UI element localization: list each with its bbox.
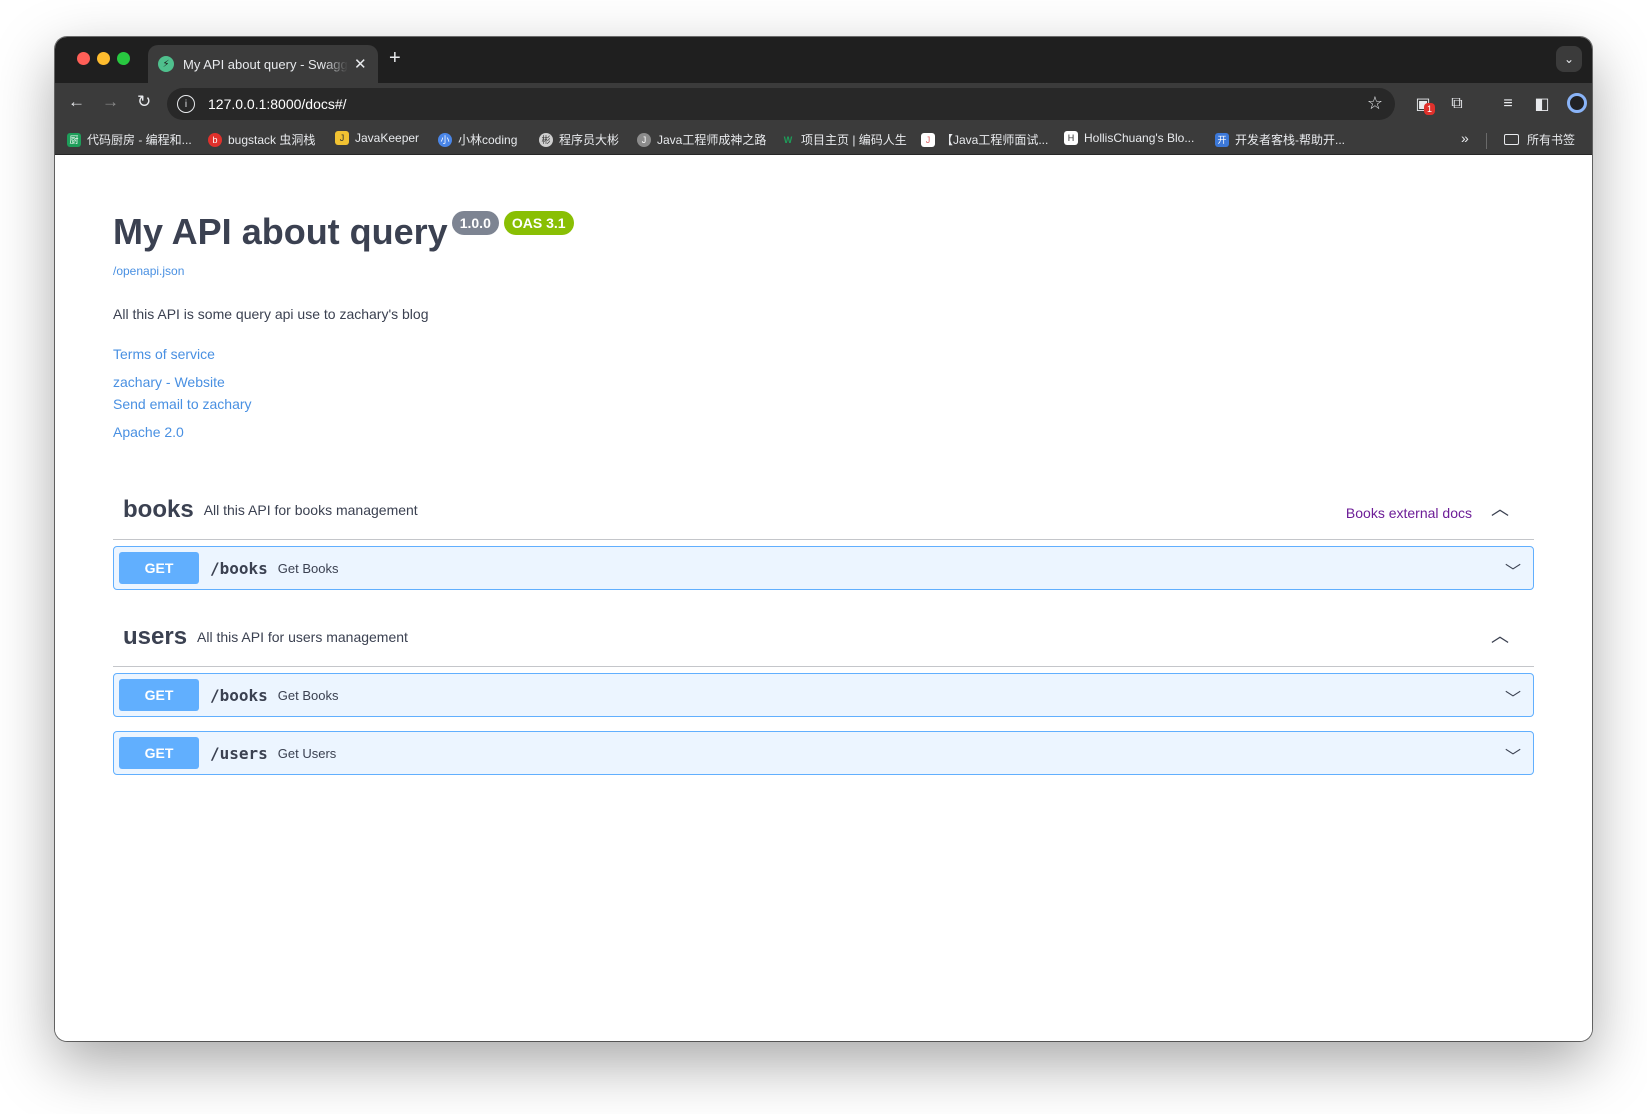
tab-active[interactable]: ⚡ My API about query - Swagger UI ✕	[148, 45, 378, 83]
bookmark-item[interactable]: J JavaKeeper	[335, 131, 419, 145]
new-tab-button[interactable]: +	[389, 47, 401, 70]
external-docs-link[interactable]: Books external docs	[1346, 505, 1472, 521]
bookmark-favicon-icon: W	[783, 134, 793, 145]
tag-description: All this API for books management	[203, 501, 418, 518]
bookmark-label: 开发者客栈-帮助开...	[1235, 133, 1345, 147]
globe-icon: J	[637, 132, 651, 147]
page-title: My API about query	[113, 211, 448, 252]
bookmark-favicon-icon: J	[921, 132, 935, 147]
tag-name: books	[123, 495, 194, 523]
operation-summary: Get Books	[277, 560, 339, 576]
extension-badge: 1	[1424, 103, 1436, 115]
bookmark-star-icon[interactable]: ☆	[1367, 93, 1383, 114]
bookmark-item[interactable]: 开 开发者客栈-帮助开...	[1215, 131, 1345, 148]
bookmark-item[interactable]: 彬 程序员大彬	[539, 131, 619, 148]
close-window-button[interactable]	[77, 52, 90, 65]
bookmark-label: JavaKeeper	[355, 131, 420, 145]
more-bookmarks-chevron-icon[interactable]: »	[1461, 130, 1469, 146]
operation-path: /books	[210, 685, 268, 705]
tab-search-button[interactable]: ⌄	[1556, 46, 1582, 72]
openapi-json-link[interactable]: /openapi.json	[113, 264, 574, 278]
tag-section-users: users All this API for users management …	[113, 607, 1534, 775]
bookmark-label: 代码厨房 - 编程和...	[87, 133, 192, 147]
bookmark-item[interactable]: W 项目主页 | 编码人生	[781, 131, 907, 148]
method-badge: GET	[119, 679, 199, 711]
tab-close-icon[interactable]: ✕	[354, 55, 367, 73]
address-bar[interactable]: i 127.0.0.1:8000/docs#/ ☆	[167, 88, 1395, 120]
tab-strip: ⚡ My API about query - Swagger UI ✕ + ⌄	[55, 37, 1592, 83]
operation-summary: Get Users	[277, 745, 337, 761]
bookmark-label: Java工程师成神之路	[657, 133, 767, 147]
oas-badge: OAS 3.1	[503, 211, 574, 235]
license-link[interactable]: Apache 2.0	[113, 424, 574, 440]
minimize-window-button[interactable]	[97, 52, 110, 65]
all-bookmarks-label: 所有书签	[1527, 133, 1576, 147]
bookmark-favicon-icon: J	[335, 131, 349, 145]
extensions-puzzle-icon[interactable]: ⧉	[1446, 93, 1468, 115]
url-text[interactable]: 127.0.0.1:8000/docs#/	[208, 96, 347, 112]
title-row: My API about query 1.0.0 OAS 3.1	[113, 210, 574, 254]
bookmark-label: bugstack 虫洞栈	[228, 133, 316, 147]
folder-icon	[1504, 134, 1519, 145]
operation-summary: Get Books	[277, 687, 339, 703]
bookmark-item[interactable]: b bugstack 虫洞栈	[208, 131, 315, 148]
tag-section-books: books All this API for books management …	[113, 480, 1534, 590]
profile-avatar[interactable]	[1567, 93, 1587, 113]
bookmark-label: 【Java工程师面试...	[941, 133, 1049, 147]
swagger-favicon-icon: ⚡	[158, 56, 174, 72]
bookmark-label: 程序员大彬	[559, 133, 620, 147]
bookmark-item[interactable]: J Java工程师成神之路	[637, 131, 766, 148]
version-badge: 1.0.0	[451, 211, 499, 235]
reload-button[interactable]: ↻	[137, 92, 151, 112]
all-bookmarks-button[interactable]: 所有书签	[1504, 131, 1575, 148]
chevron-down-icon[interactable]: ﹀	[1505, 685, 1521, 709]
method-badge: GET	[119, 552, 199, 584]
chevron-down-icon[interactable]: ﹀	[1505, 558, 1521, 582]
bookmarks-divider	[1486, 133, 1487, 149]
bookmark-favicon-icon: 厨	[67, 132, 81, 147]
bookmark-item[interactable]: H HollisChuang's Blo...	[1064, 131, 1194, 145]
chevron-up-icon[interactable]: ︿	[1490, 498, 1510, 519]
bookmark-favicon-icon: b	[208, 132, 222, 147]
method-badge: GET	[119, 737, 199, 769]
operation-path: /users	[210, 743, 268, 763]
bookmark-item[interactable]: 厨 代码厨房 - 编程和...	[67, 131, 192, 148]
bookmark-favicon-icon: H	[1064, 131, 1078, 145]
contact-website-link[interactable]: zachary - Website	[113, 374, 574, 390]
bookmark-favicon-icon: 开	[1215, 132, 1229, 147]
reading-list-icon[interactable]: ≡	[1497, 93, 1519, 115]
bookmark-favicon-icon: 小	[438, 132, 452, 147]
contact-email-link[interactable]: Send email to zachary	[113, 396, 574, 412]
bookmarks-bar: 厨 代码厨房 - 编程和... b bugstack 虫洞栈 J JavaKee…	[55, 125, 1592, 155]
tag-header-books[interactable]: books All this API for books management …	[113, 480, 1534, 540]
operation-path: /books	[210, 558, 268, 578]
tag-name: users	[123, 622, 188, 650]
terms-of-service-link[interactable]: Terms of service	[113, 346, 574, 362]
forward-button[interactable]: →	[102, 92, 119, 112]
operation-get-books[interactable]: GET /books Get Books ﹀	[113, 546, 1534, 590]
side-panel-icon[interactable]: ◧	[1531, 93, 1553, 115]
tag-header-users[interactable]: users All this API for users management …	[113, 607, 1534, 667]
bookmark-label: 小林coding	[458, 133, 518, 147]
bookmark-item[interactable]: J 【Java工程师面试...	[921, 131, 1048, 148]
zoom-window-button[interactable]	[117, 52, 130, 65]
bookmark-label: HollisChuang's Blo...	[1084, 131, 1195, 145]
operation-get-users[interactable]: GET /users Get Users ﹀	[113, 731, 1534, 775]
api-info: My API about query 1.0.0 OAS 3.1 /openap…	[113, 210, 574, 440]
bookmark-item[interactable]: 小 小林coding	[438, 131, 517, 148]
site-info-icon[interactable]: i	[177, 95, 195, 113]
tag-description: All this API for users management	[197, 628, 408, 645]
chevron-down-icon[interactable]: ﹀	[1505, 743, 1521, 767]
extension-icon[interactable]: ▣ 1	[1412, 93, 1436, 115]
swagger-page: My API about query 1.0.0 OAS 3.1 /openap…	[55, 156, 1592, 1041]
tab-title: My API about query - Swagger UI	[183, 56, 348, 72]
bookmark-favicon-icon: 彬	[539, 132, 553, 147]
browser-window: ⚡ My API about query - Swagger UI ✕ + ⌄ …	[55, 37, 1592, 1041]
api-description: All this API is some query api use to za…	[113, 306, 429, 322]
operation-get-books[interactable]: GET /books Get Books ﹀	[113, 673, 1534, 717]
chevron-up-icon[interactable]: ︿	[1490, 625, 1510, 646]
back-button[interactable]: ←	[68, 92, 85, 112]
bookmark-label: 项目主页 | 编码人生	[801, 133, 907, 147]
browser-toolbar: ← → ↻ i 127.0.0.1:8000/docs#/ ☆ ▣ 1 ⧉ ≡ ◧…	[55, 83, 1592, 125]
